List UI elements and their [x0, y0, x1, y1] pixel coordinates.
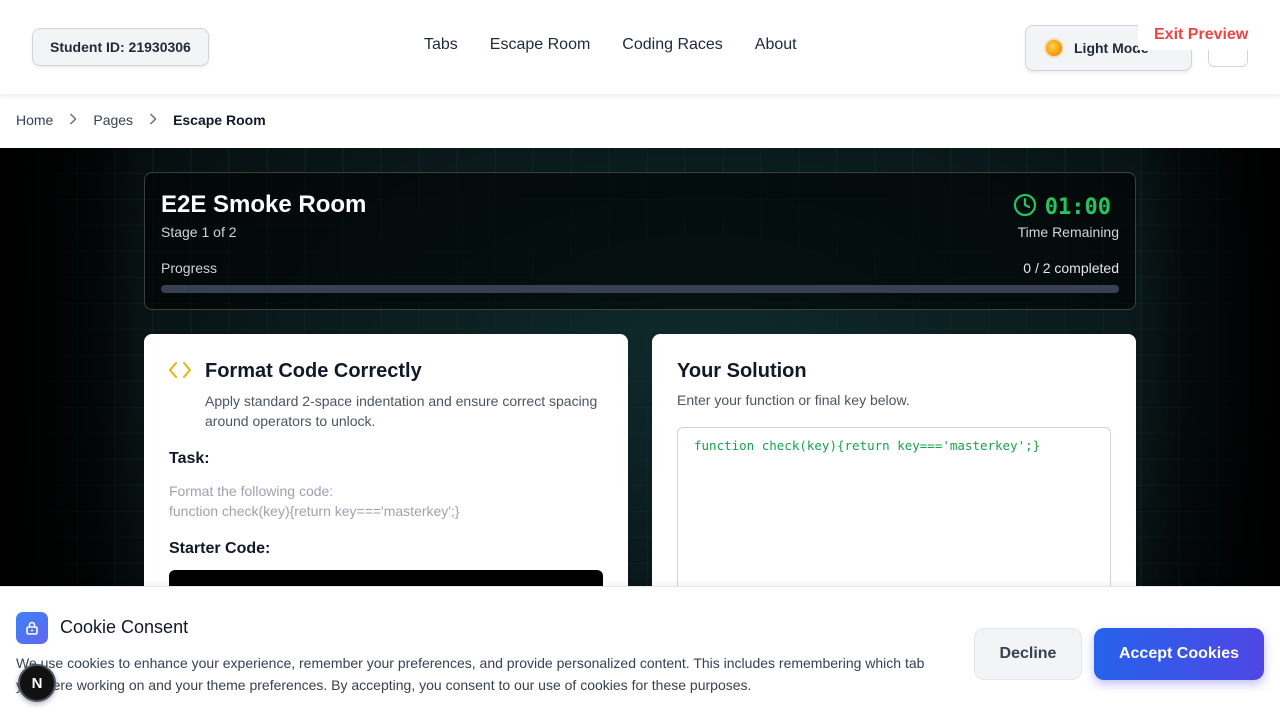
breadcrumb: Home Pages Escape Room	[16, 112, 266, 128]
task-line: Format the following code:	[169, 483, 334, 499]
breadcrumb-pages[interactable]: Pages	[93, 112, 133, 128]
nav-escape-room[interactable]: Escape Room	[490, 36, 591, 54]
task-heading: Task:	[169, 450, 210, 467]
cookie-text: We use cookies to enhance your experienc…	[16, 655, 925, 693]
solution-title: Your Solution	[677, 360, 807, 382]
room-stage: Stage 1 of 2	[161, 224, 237, 240]
lock-icon	[16, 612, 48, 644]
cookie-title: Cookie Consent	[60, 617, 189, 637]
progress-count: 0 / 2 completed	[1023, 260, 1119, 276]
breadcrumb-home[interactable]: Home	[16, 112, 53, 128]
timer-value: 01:00	[1044, 195, 1111, 220]
starter-code-heading: Starter Code:	[169, 540, 271, 557]
task-description: Apply standard 2-space indentation and e…	[205, 393, 598, 429]
accept-cookies-button[interactable]: Accept Cookies	[1094, 628, 1264, 680]
chevron-right-icon	[149, 112, 157, 128]
sun-icon	[1046, 40, 1062, 56]
nav-coding-races[interactable]: Coding Races	[622, 36, 723, 54]
clock-icon	[1013, 193, 1037, 222]
main-nav: Tabs Escape Room Coding Races About	[424, 36, 797, 54]
cookie-banner: Cookie Consent We use cookies to enhance…	[0, 586, 1280, 720]
time-remaining-label: Time Remaining	[1017, 224, 1119, 240]
room-title: E2E Smoke Room	[161, 191, 367, 218]
solution-description: Enter your function or final key below.	[677, 392, 910, 408]
student-id-badge: Student ID: 21930306	[32, 28, 209, 66]
task-line: function check(key){return key==='master…	[169, 503, 460, 519]
progress-label: Progress	[161, 260, 218, 276]
n-badge-letter: N	[32, 675, 43, 692]
exit-preview-button[interactable]: Exit Preview	[1138, 22, 1265, 50]
task-body: Format the following code: function chec…	[169, 481, 460, 521]
progress-bar	[161, 285, 1119, 293]
timer: 01:00	[1013, 193, 1111, 222]
nav-tabs[interactable]: Tabs	[424, 36, 458, 54]
code-icon	[168, 361, 192, 384]
task-title: Format Code Correctly	[205, 360, 422, 382]
top-header: Student ID: 21930306 Tabs Escape Room Co…	[0, 0, 1280, 94]
nav-about[interactable]: About	[755, 36, 797, 54]
n-logo-icon[interactable]: N	[18, 664, 56, 702]
chevron-right-icon	[69, 112, 77, 128]
decline-button[interactable]: Decline	[974, 628, 1082, 680]
room-status-card: E2E Smoke Room Stage 1 of 2 01:00 Time R…	[144, 172, 1136, 310]
breadcrumb-current: Escape Room	[173, 112, 266, 128]
